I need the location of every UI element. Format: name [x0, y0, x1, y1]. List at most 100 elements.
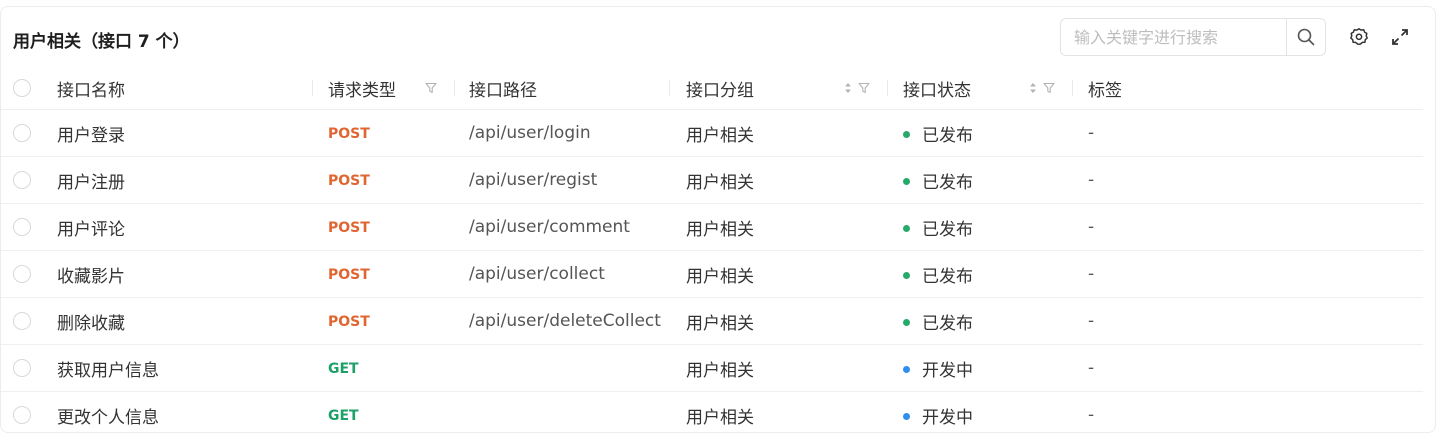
status-cell: 已发布 — [888, 203, 1073, 251]
api-name-cell: 删除收藏 — [45, 297, 313, 345]
table-row[interactable]: 用户登录 POST/api/user/login 用户相关 已发布 - — [1, 109, 1423, 157]
status-badge: 已发布 — [922, 219, 973, 240]
search-input[interactable] — [1061, 19, 1286, 55]
table-row[interactable]: 收藏影片 POST/api/user/collect 用户相关 已发布 - — [1, 250, 1423, 298]
tag-cell: - — [1073, 297, 1423, 345]
method-cell: POST — [313, 203, 455, 251]
status-cell: 已发布 — [888, 250, 1073, 298]
status-dot — [903, 366, 910, 373]
table-row[interactable]: 用户注册 POST/api/user/regist 用户相关 已发布 - — [1, 156, 1423, 204]
row-checkbox[interactable] — [13, 124, 31, 142]
column-label: 请求类型 — [328, 80, 396, 101]
api-path: /api/user/regist — [469, 170, 598, 190]
status-dot — [903, 131, 910, 138]
api-name[interactable]: 更改个人信息 — [57, 408, 159, 428]
method-badge: POST — [328, 220, 370, 236]
row-checkbox[interactable] — [13, 265, 31, 283]
api-name[interactable]: 获取用户信息 — [57, 361, 159, 381]
status-cell: 已发布 — [888, 297, 1073, 345]
expand-icon — [1392, 29, 1408, 45]
row-select-cell — [1, 109, 45, 157]
group-cell: 用户相关 — [670, 297, 888, 345]
row-checkbox[interactable] — [13, 171, 31, 189]
api-name[interactable]: 用户登录 — [57, 126, 125, 146]
fullscreen-button[interactable] — [1389, 26, 1411, 48]
status-cell: 开发中 — [888, 344, 1073, 392]
select-all-checkbox[interactable] — [13, 79, 31, 97]
tag-value: - — [1088, 405, 1095, 425]
column-label: 标签 — [1088, 80, 1122, 101]
tag-value: - — [1088, 358, 1095, 378]
row-checkbox[interactable] — [13, 406, 31, 424]
tag-cell: - — [1073, 250, 1423, 298]
api-path: /api/user/deleteCollect — [469, 311, 661, 331]
row-checkbox[interactable] — [13, 359, 31, 377]
api-group: 用户相关 — [686, 360, 754, 381]
select-all-cell — [1, 67, 45, 110]
api-name-cell: 用户评论 — [45, 203, 313, 251]
method-badge: POST — [328, 314, 370, 330]
method-cell: POST — [313, 156, 455, 204]
row-checkbox[interactable] — [13, 312, 31, 330]
api-group: 用户相关 — [686, 407, 754, 428]
api-name[interactable]: 用户评论 — [57, 220, 125, 240]
tag-value: - — [1088, 170, 1095, 190]
settings-button[interactable] — [1348, 26, 1370, 48]
column-header-name: 接口名称 — [45, 67, 313, 110]
api-name-cell: 收藏影片 — [45, 250, 313, 298]
status-badge: 开发中 — [922, 360, 973, 381]
table-row[interactable]: 更改个人信息 GET 用户相关 开发中 - — [1, 392, 1423, 439]
api-group: 用户相关 — [686, 313, 754, 334]
status-badge: 已发布 — [922, 125, 973, 146]
status-badge: 已发布 — [922, 266, 973, 287]
sort-icon[interactable] — [844, 82, 852, 94]
status-cell: 开发中 — [888, 392, 1073, 439]
filter-icon[interactable] — [858, 82, 870, 94]
tag-cell: - — [1073, 344, 1423, 392]
path-cell — [455, 344, 670, 392]
row-select-cell — [1, 203, 45, 251]
column-header-path: 接口路径 — [455, 67, 670, 110]
group-cell: 用户相关 — [670, 344, 888, 392]
table-header-row: 接口名称 请求类型 接口路径 接口分组 接口状态 标签 — [1, 67, 1423, 110]
group-cell: 用户相关 — [670, 109, 888, 157]
api-name[interactable]: 删除收藏 — [57, 314, 125, 334]
table-row[interactable]: 获取用户信息 GET 用户相关 开发中 - — [1, 344, 1423, 392]
status-cell: 已发布 — [888, 109, 1073, 157]
method-badge: POST — [328, 267, 370, 283]
page-title: 用户相关（接口 7 个） — [13, 32, 190, 52]
row-checkbox[interactable] — [13, 218, 31, 236]
row-select-cell — [1, 297, 45, 345]
method-cell: GET — [313, 344, 455, 392]
api-name[interactable]: 用户注册 — [57, 173, 125, 193]
group-cell: 用户相关 — [670, 156, 888, 204]
table-row[interactable]: 用户评论 POST/api/user/comment 用户相关 已发布 - — [1, 203, 1423, 251]
method-badge: POST — [328, 126, 370, 142]
path-cell: /api/user/regist — [455, 156, 670, 204]
api-group: 用户相关 — [686, 219, 754, 240]
method-badge: GET — [328, 361, 359, 377]
row-select-cell — [1, 250, 45, 298]
search-button[interactable] — [1286, 19, 1325, 55]
api-table: 接口名称 请求类型 接口路径 接口分组 接口状态 标签 用户登录 POST /a… — [1, 67, 1423, 438]
status-badge: 已发布 — [922, 172, 973, 193]
tag-value: - — [1088, 217, 1095, 237]
filter-icon[interactable] — [1043, 82, 1055, 94]
method-cell: GET — [313, 392, 455, 439]
method-cell: POST — [313, 297, 455, 345]
column-header-group: 接口分组 — [670, 67, 888, 110]
status-badge: 已发布 — [922, 313, 973, 334]
tag-value: - — [1088, 311, 1095, 331]
sort-icon[interactable] — [1029, 82, 1037, 94]
api-path: /api/user/comment — [469, 217, 630, 237]
row-select-cell — [1, 344, 45, 392]
table-row[interactable]: 删除收藏 POST/api/user/deleteCollect 用户相关 已发布 - — [1, 297, 1423, 345]
api-name[interactable]: 收藏影片 — [57, 267, 125, 287]
filter-icon[interactable] — [425, 82, 437, 94]
api-list-card: 用户相关（接口 7 个） 输入关键字进行搜索 接口名称 请求类型 接口路径 接口… — [0, 6, 1436, 433]
path-cell: /api/user/collect — [455, 250, 670, 298]
tag-value: - — [1088, 264, 1095, 284]
path-cell — [455, 392, 670, 439]
group-cell: 用户相关 — [670, 250, 888, 298]
method-cell: POST — [313, 250, 455, 298]
